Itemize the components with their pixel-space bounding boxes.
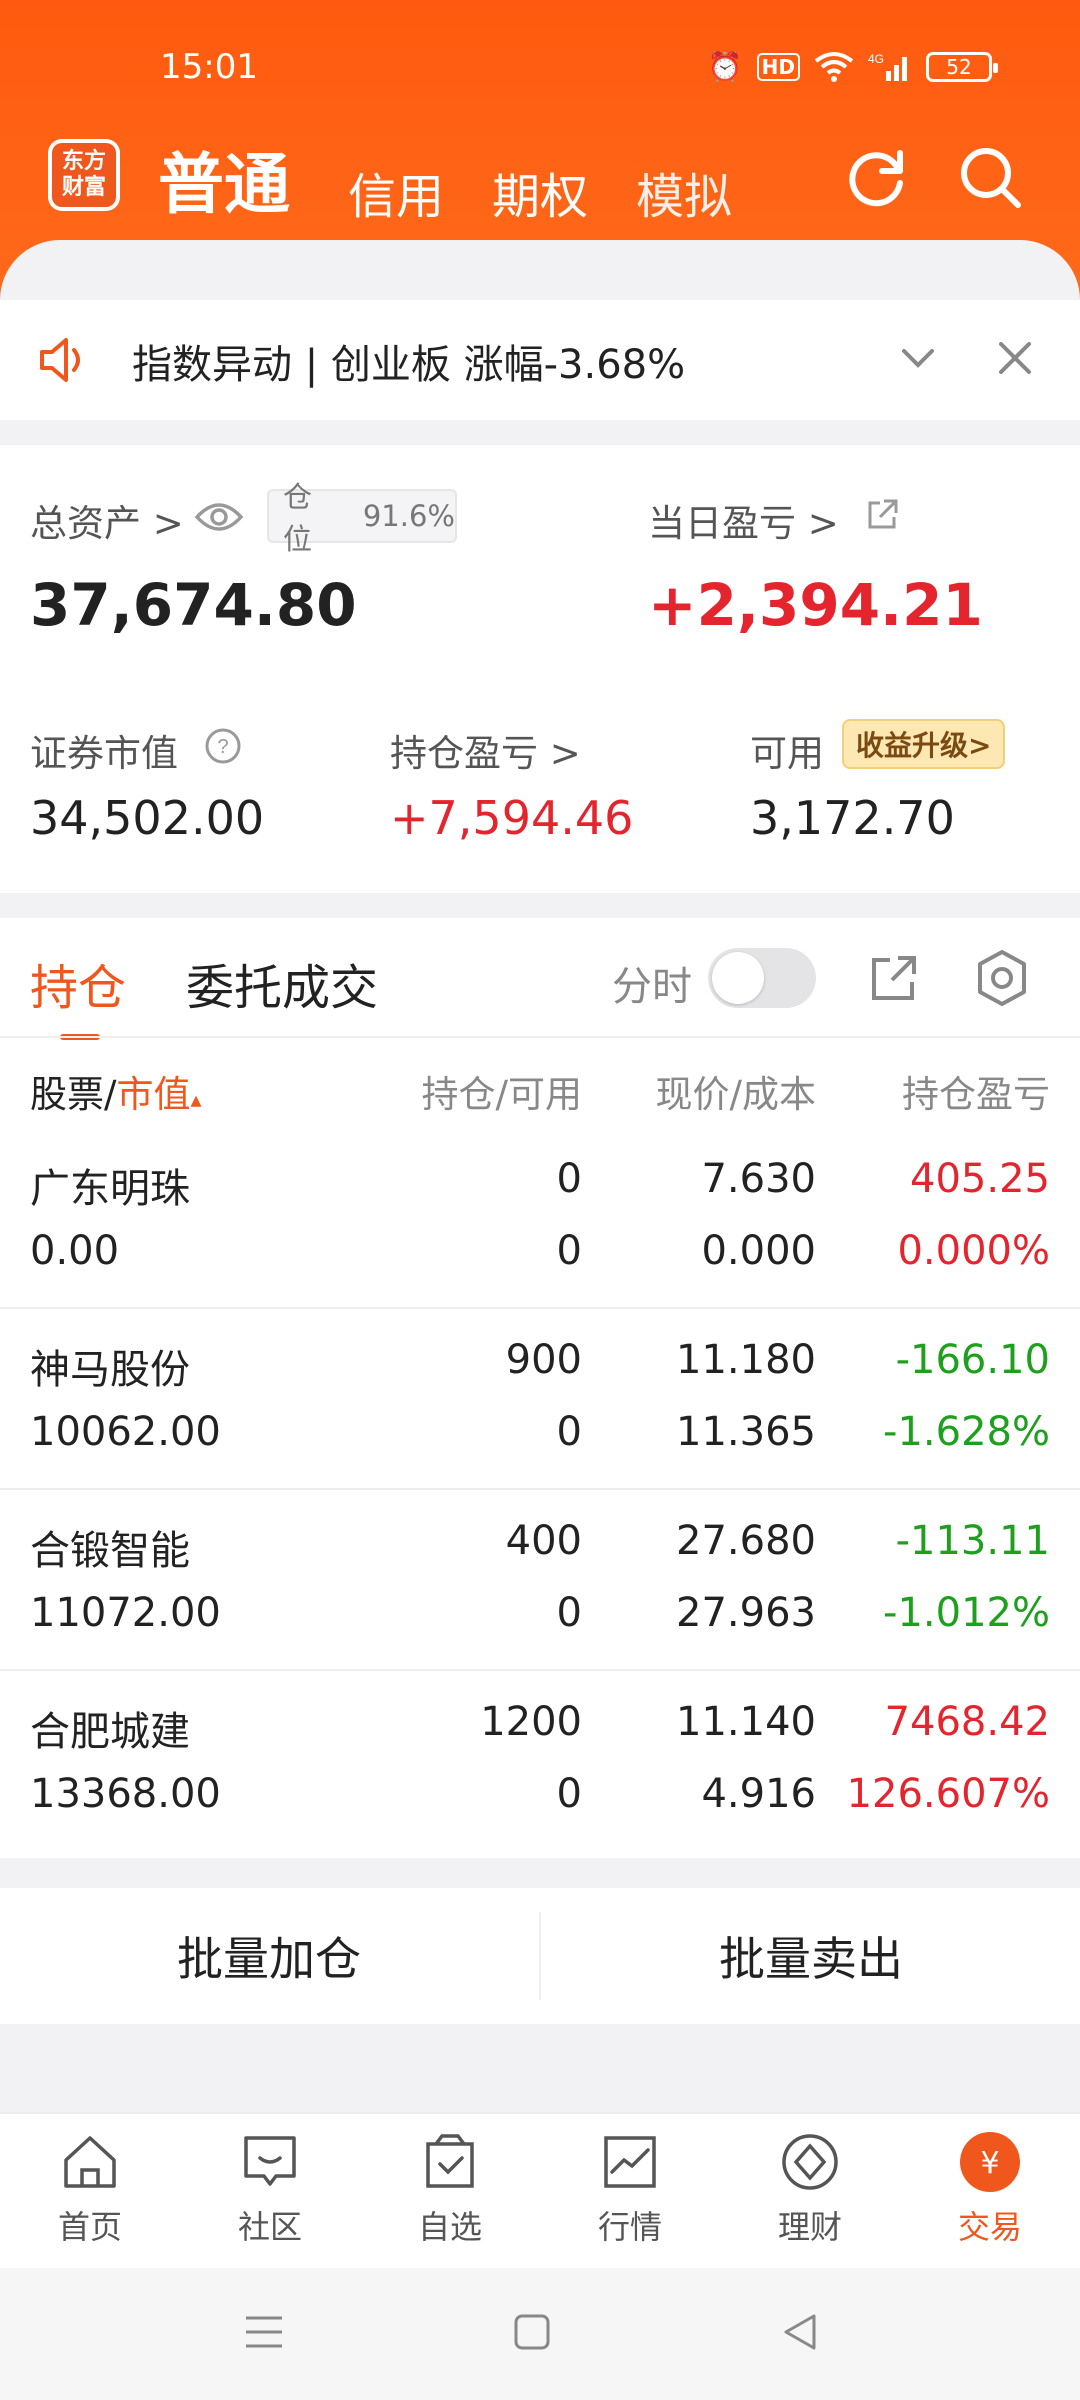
stock-name: 神马股份 (30, 1347, 190, 1393)
nav-community[interactable]: 社区 (210, 2132, 330, 2248)
chevron-down-icon[interactable] (896, 336, 940, 380)
col-stock[interactable]: 股票/市值▴ (30, 1064, 202, 1118)
table-row[interactable]: 合锻智能 11072.00 400 0 27.680 27.963 -113.1… (0, 1490, 1080, 1671)
col-price: 现价/成本 (655, 1073, 816, 1116)
hd-icon: HD (756, 52, 800, 81)
eye-icon[interactable] (194, 499, 244, 535)
app-logo[interactable]: 东方 财富 (48, 139, 120, 211)
col-pl: 持仓盈亏 (902, 1073, 1050, 1116)
batch-sell-button[interactable]: 批量卖出 (542, 1888, 1080, 2024)
gear-icon[interactable] (972, 948, 1032, 1008)
yield-upgrade-button[interactable]: 收益升级> (842, 719, 1006, 769)
nav-watchlist[interactable]: 自选 (390, 2132, 510, 2248)
battery-icon: 52 (926, 51, 998, 82)
trade-icon: ¥ (960, 2132, 1020, 2192)
nav-home[interactable]: 首页 (30, 2132, 150, 2248)
daily-pl-value: +2,394.21 (648, 571, 983, 639)
holdings-panel: 持仓 委托成交 分时 股票/市值▴ 持仓/可用 现价/成本 持仓盈亏 广东明珠 … (0, 918, 1080, 1858)
fenshi-toggle[interactable] (708, 948, 816, 1008)
holding-pl-label[interactable]: 持仓盈亏 > (390, 723, 581, 777)
bottom-nav: 首页 社区 自选 行情 理财 ¥ 交易 (0, 2112, 1080, 2268)
community-icon (244, 2136, 296, 2186)
fenshi-label: 分时 (612, 964, 692, 1010)
tab-credit[interactable]: 信用 (348, 157, 444, 227)
top-nav: 东方 财富 普通 信用 期权 模拟 (0, 135, 1080, 235)
notice-text[interactable]: 指数异动 | 创业板 涨幅-3.68% (132, 332, 685, 390)
market-icon (604, 2136, 656, 2188)
tab-orders[interactable]: 委托成交 (186, 948, 378, 1018)
stock-name: 合锻智能 (30, 1528, 190, 1574)
table-row[interactable]: 神马股份 10062.00 900 0 11.180 11.365 -166.1… (0, 1309, 1080, 1490)
alarm-icon: ⏰ (707, 50, 743, 83)
tab-simulated[interactable]: 模拟 (636, 157, 732, 227)
refresh-icon[interactable] (842, 143, 912, 213)
tab-holdings[interactable]: 持仓 (30, 948, 126, 1018)
tab-normal[interactable]: 普通 (158, 131, 290, 227)
app-header: 15:01 ⏰ HD 4G 52 东方 财富 普通 信用 期权 模拟 (0, 0, 1080, 320)
stock-name: 合肥城建 (30, 1709, 190, 1755)
share-icon[interactable] (864, 497, 900, 533)
finance-icon (782, 2134, 838, 2190)
available-value: 3,172.70 (750, 791, 955, 845)
daily-pl-label[interactable]: 当日盈亏 > (648, 493, 839, 547)
stock-value: 13368.00 (30, 1771, 221, 1817)
help-icon[interactable]: ? (204, 727, 242, 765)
status-time: 15:01 (160, 47, 258, 87)
wifi-icon (814, 51, 854, 82)
signal-icon: 4G (868, 52, 907, 81)
back-icon[interactable] (780, 2312, 820, 2352)
stock-name: 广东明珠 (30, 1166, 190, 1212)
close-icon[interactable] (995, 338, 1035, 378)
nav-finance[interactable]: 理财 (750, 2132, 870, 2248)
col-position: 持仓/可用 (421, 1073, 582, 1116)
nav-trade[interactable]: ¥ 交易 (930, 2132, 1050, 2248)
menu-icon[interactable] (244, 2312, 284, 2352)
system-nav-bar (0, 2268, 1080, 2400)
assets-card: 总资产 > 仓位 91.6% 37,674.80 当日盈亏 > +2,394.2… (0, 445, 1080, 893)
watchlist-icon (426, 2134, 474, 2188)
stock-value: 10062.00 (30, 1409, 221, 1455)
table-row[interactable]: 合肥城建 13368.00 1200 0 11.140 4.916 7468.4… (0, 1671, 1080, 1852)
position-ratio-badge: 仓位 91.6% (267, 480, 457, 556)
tab-options[interactable]: 期权 (492, 157, 588, 227)
speaker-icon (40, 338, 80, 382)
external-link-icon[interactable] (866, 950, 922, 1006)
holding-pl-value: +7,594.46 (390, 791, 634, 845)
total-assets-value: 37,674.80 (30, 571, 357, 639)
svg-text:¥: ¥ (980, 2146, 999, 2181)
batch-actions: 批量加仓 批量卖出 (0, 1888, 1080, 2024)
market-value: 34,502.00 (30, 791, 265, 845)
total-assets-label[interactable]: 总资产 > (30, 493, 184, 547)
search-icon[interactable] (956, 143, 1026, 213)
available-label: 可用 (750, 732, 824, 775)
notice-bar[interactable]: 指数异动 | 创业板 涨幅-3.68% (0, 300, 1080, 420)
table-row[interactable]: 广东明珠 0.00 0 0 7.630 0.000 405.25 0.000% (0, 1128, 1080, 1309)
stock-value: 0.00 (30, 1228, 120, 1274)
home-icon (64, 2136, 116, 2188)
home-square-icon[interactable] (512, 2312, 552, 2352)
stock-value: 11072.00 (30, 1590, 221, 1636)
svg-text:4G: 4G (868, 52, 884, 66)
status-bar: 15:01 ⏰ HD 4G 52 (0, 45, 1080, 95)
batch-add-button[interactable]: 批量加仓 (0, 1888, 538, 2024)
sort-icon: ▴ (190, 1088, 202, 1113)
svg-text:?: ? (217, 736, 228, 758)
market-value-label: 证券市值 (30, 732, 178, 775)
nav-market[interactable]: 行情 (570, 2132, 690, 2248)
